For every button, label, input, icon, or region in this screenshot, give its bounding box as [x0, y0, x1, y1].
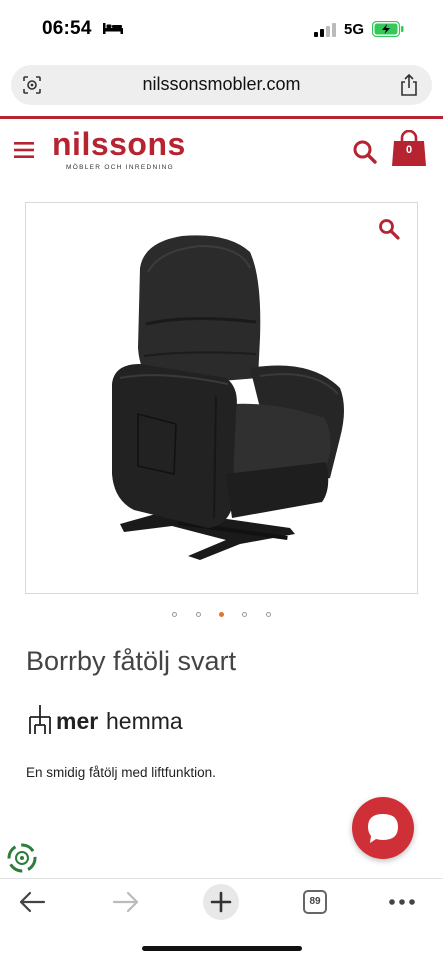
site-logo-tagline: MÖBLER OCH INREDNING [66, 164, 174, 171]
recycle-icon[interactable] [7, 843, 37, 873]
new-tab-button[interactable] [203, 884, 239, 920]
gallery-dot-active[interactable] [219, 612, 224, 617]
gallery-dot[interactable] [172, 612, 178, 617]
gallery-dot[interactable] [242, 612, 248, 617]
url-text[interactable]: nilssonsmobler.com [0, 74, 443, 95]
header-divider [0, 116, 443, 119]
chat-button[interactable] [352, 797, 414, 859]
product-image-recliner-chair[interactable] [100, 228, 360, 573]
more-icon[interactable] [388, 898, 416, 906]
zoom-icon[interactable] [378, 218, 400, 240]
cart-count[interactable]: 0 [391, 144, 427, 156]
status-time: 06:54 [42, 18, 92, 39]
brand-name-hemma[interactable]: hemma [106, 708, 183, 735]
product-description: En smidig fåtölj med liftfunktion. [26, 765, 216, 780]
product-title: Borrby fåtölj svart [26, 646, 237, 676]
signal-icon [314, 23, 336, 37]
toolbar-divider [0, 878, 443, 879]
gallery-dot[interactable] [265, 612, 271, 617]
brand-chair-icon[interactable] [27, 703, 53, 735]
chat-icon [368, 814, 398, 843]
site-logo[interactable]: nilssons [52, 126, 186, 163]
forward-icon[interactable] [112, 890, 140, 914]
share-icon[interactable] [398, 73, 420, 97]
menu-icon[interactable] [14, 142, 34, 158]
gallery-dot[interactable] [195, 612, 201, 617]
search-icon[interactable] [352, 139, 378, 165]
brand-name-mer[interactable]: mer [56, 708, 98, 735]
bed-icon [103, 23, 123, 34]
back-icon[interactable] [18, 890, 46, 914]
home-indicator[interactable] [142, 946, 302, 951]
tabs-count[interactable]: 89 [303, 896, 327, 907]
battery-icon [372, 21, 404, 37]
plus-icon [210, 891, 232, 913]
gallery-pagination[interactable] [0, 604, 443, 622]
network-label: 5G [344, 21, 365, 38]
